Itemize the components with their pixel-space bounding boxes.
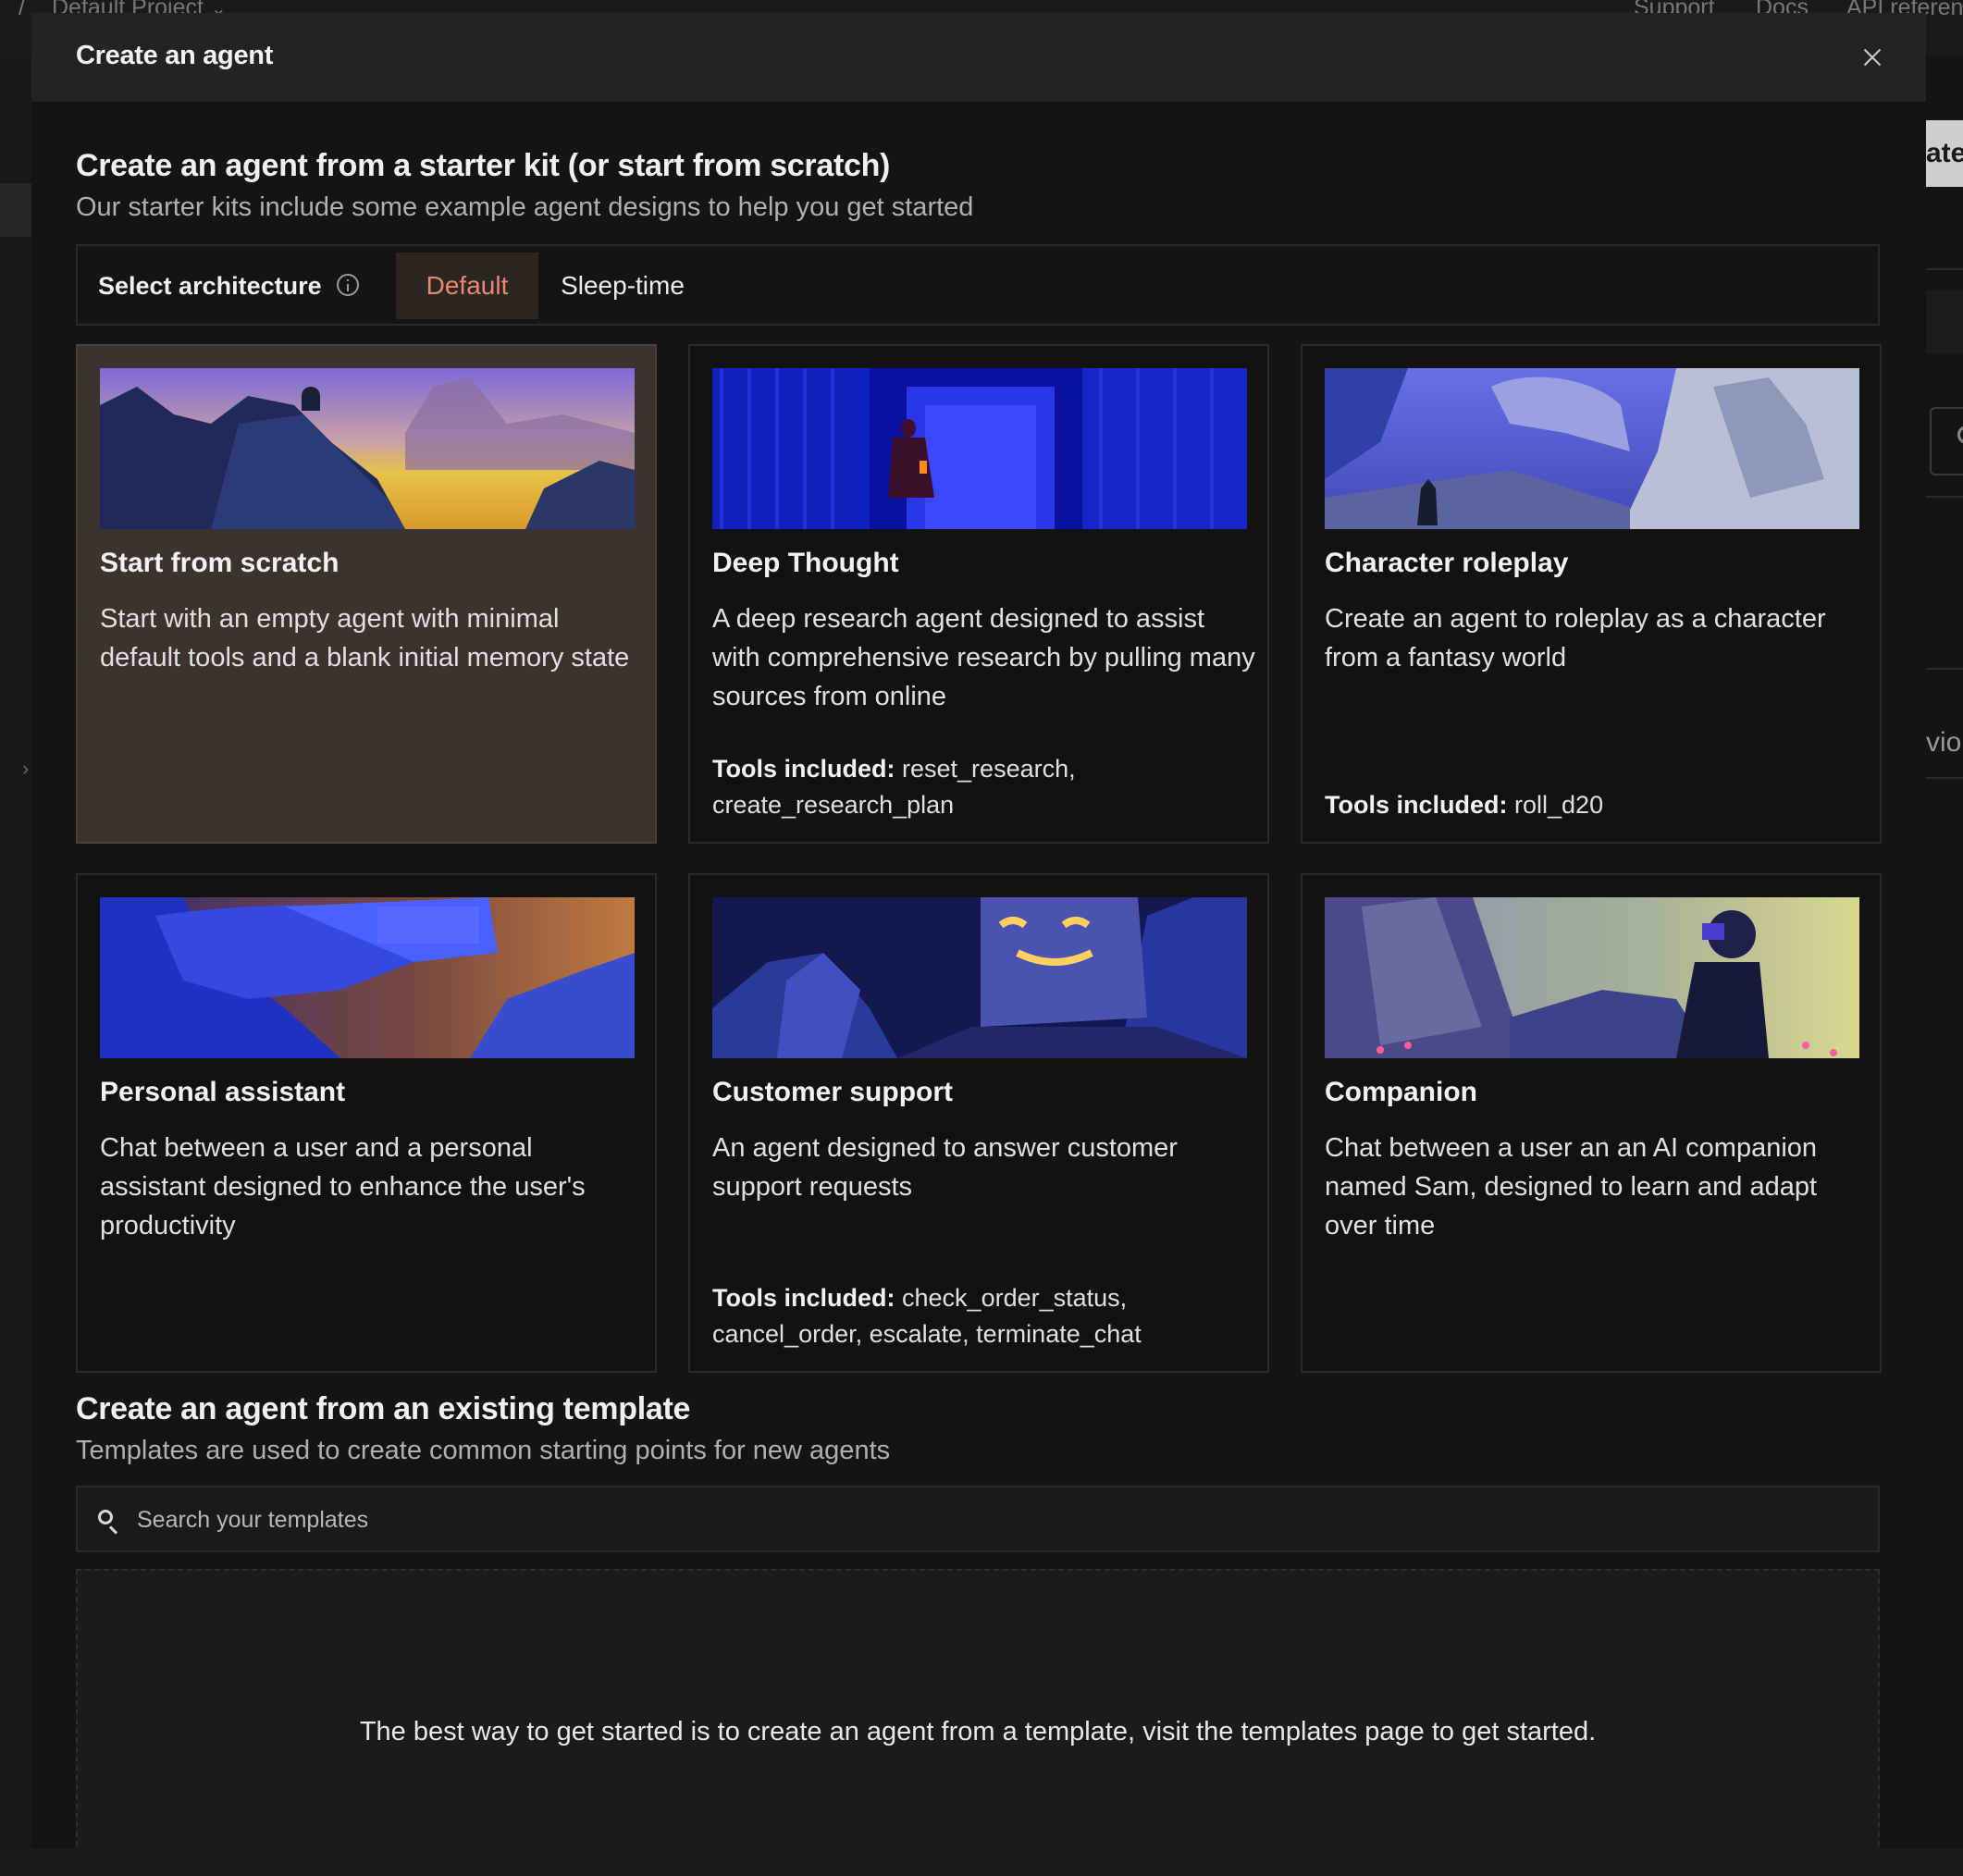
card-title: Start from scratch	[100, 548, 340, 578]
background-search-icon[interactable]	[1930, 407, 1963, 475]
card-title: Character roleplay	[1325, 548, 1569, 578]
tools-prefix: Tools included:	[1325, 791, 1508, 819]
background-create-button-label: ate	[1926, 138, 1963, 168]
divider	[1926, 496, 1963, 498]
starter-card-companion[interactable]: Companion Chat between a user an an AI c…	[1301, 873, 1882, 1373]
card-description: A deep research agent designed to assist…	[712, 604, 1255, 711]
card-tools: Tools included: check_order_status, canc…	[712, 1280, 1249, 1352]
card-image-ice-dragon	[1325, 368, 1859, 529]
template-search-input[interactable]	[135, 1487, 1859, 1552]
card-tools: Tools included: roll_d20	[1325, 787, 1861, 823]
divider	[1926, 777, 1963, 779]
card-description: Create an agent to roleplay as a charact…	[1325, 604, 1826, 673]
tab-default[interactable]: Default	[396, 253, 538, 319]
starter-kit-heading: Create an agent from a starter kit (or s…	[76, 148, 891, 183]
card-image-blue-library	[712, 368, 1247, 529]
card-image-robot-canyon	[1325, 897, 1859, 1058]
divider	[1926, 268, 1963, 270]
card-title: Personal assistant	[100, 1077, 346, 1107]
search-icon	[98, 1510, 113, 1524]
modal-title: Create an agent	[76, 41, 274, 70]
template-search	[76, 1486, 1880, 1552]
starter-card-personal-assistant[interactable]: Personal assistant Chat between a user a…	[76, 873, 657, 1373]
sidebar	[0, 56, 31, 1876]
card-tools: Tools included: reset_research, create_r…	[712, 751, 1249, 823]
card-title: Deep Thought	[712, 548, 899, 578]
info-icon[interactable]	[337, 274, 359, 296]
divider	[1926, 668, 1963, 670]
create-agent-modal: Create an agent Create an agent from a s…	[31, 13, 1926, 1848]
tools-prefix: Tools included:	[712, 755, 895, 783]
architecture-label: Select architecture	[98, 272, 322, 300]
sidebar-expand-icon[interactable]: ›	[22, 757, 29, 781]
card-description: Chat between a user an an AI companion n…	[1325, 1133, 1818, 1240]
starter-card-customer-support[interactable]: Customer support An agent designed to an…	[688, 873, 1269, 1373]
empty-state-message: The best way to get started is to create…	[359, 1717, 1597, 1746]
sidebar-active-item[interactable]	[0, 183, 31, 237]
starter-kit-subtitle: Our starter kits include some example ag…	[76, 192, 974, 222]
starter-card-character-roleplay[interactable]: Character roleplay Create an agent to ro…	[1301, 344, 1882, 844]
background-create-button[interactable]: ate	[1926, 120, 1963, 187]
card-title: Companion	[1325, 1077, 1477, 1107]
templates-heading: Create an agent from an existing templat…	[76, 1391, 691, 1426]
architecture-selector: Select architecture Default Sleep-time	[76, 244, 1880, 326]
tools-prefix: Tools included:	[712, 1284, 895, 1312]
card-image-smiling-rock	[712, 897, 1247, 1058]
starter-card-deep-thought[interactable]: Deep Thought A deep research agent desig…	[688, 344, 1269, 844]
card-description: Start with an empty agent with minimal d…	[100, 604, 630, 673]
close-icon[interactable]	[1856, 41, 1889, 74]
card-title: Customer support	[712, 1077, 954, 1107]
breadcrumb-separator: /	[19, 0, 25, 20]
templates-empty-state: The best way to get started is to create…	[76, 1569, 1880, 1848]
tools-list: roll_d20	[1514, 791, 1604, 819]
modal-header: Create an agent	[31, 13, 1926, 102]
templates-subtitle: Templates are used to create common star…	[76, 1436, 891, 1465]
page-footer-strip	[0, 1848, 1963, 1876]
card-image-vr-face	[100, 897, 635, 1058]
background-row	[1926, 290, 1963, 353]
card-image-mountain-sunset	[100, 368, 635, 529]
card-description: Chat between a user and a personal assis…	[100, 1133, 586, 1240]
card-description: An agent designed to answer customer sup…	[712, 1133, 1178, 1202]
starter-card-start-from-scratch[interactable]: Start from scratch Start with an empty a…	[76, 344, 657, 844]
background-partial-text: vio	[1926, 727, 1962, 758]
tab-sleep-time[interactable]: Sleep-time	[553, 253, 692, 319]
